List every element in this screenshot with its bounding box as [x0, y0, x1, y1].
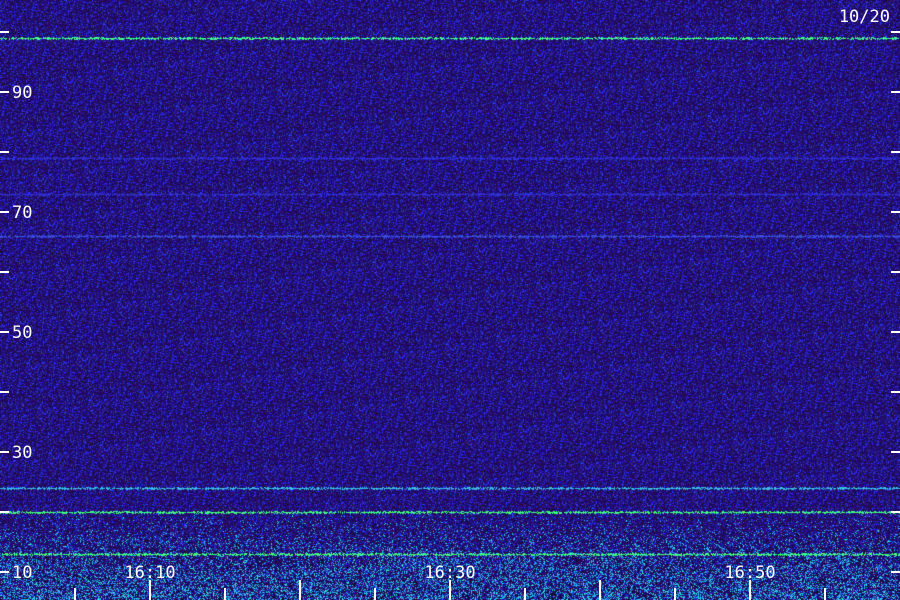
x-axis: 16:10 16:30 16:50: [74, 563, 826, 600]
date-label: 10/20: [839, 7, 890, 27]
y-tick-label: 10: [12, 563, 32, 583]
x-tick-label: 16:30: [424, 563, 475, 583]
y-tick-label: 70: [12, 203, 32, 223]
y-tick-label: 90: [12, 83, 32, 103]
x-tick-label: 16:10: [124, 563, 175, 583]
spectrogram-chart: 10/20 10 30 50 70 90 16:10 16:30 16:50: [0, 0, 900, 600]
x-tick-label: 16:50: [724, 563, 775, 583]
chart-overlay: 10/20 10 30 50 70 90 16:10 16:30 16:50: [0, 7, 900, 600]
y-tick-label: 30: [12, 443, 32, 463]
y-tick-label: 50: [12, 323, 32, 343]
y-axis: 10 30 50 70 90: [0, 31, 900, 583]
